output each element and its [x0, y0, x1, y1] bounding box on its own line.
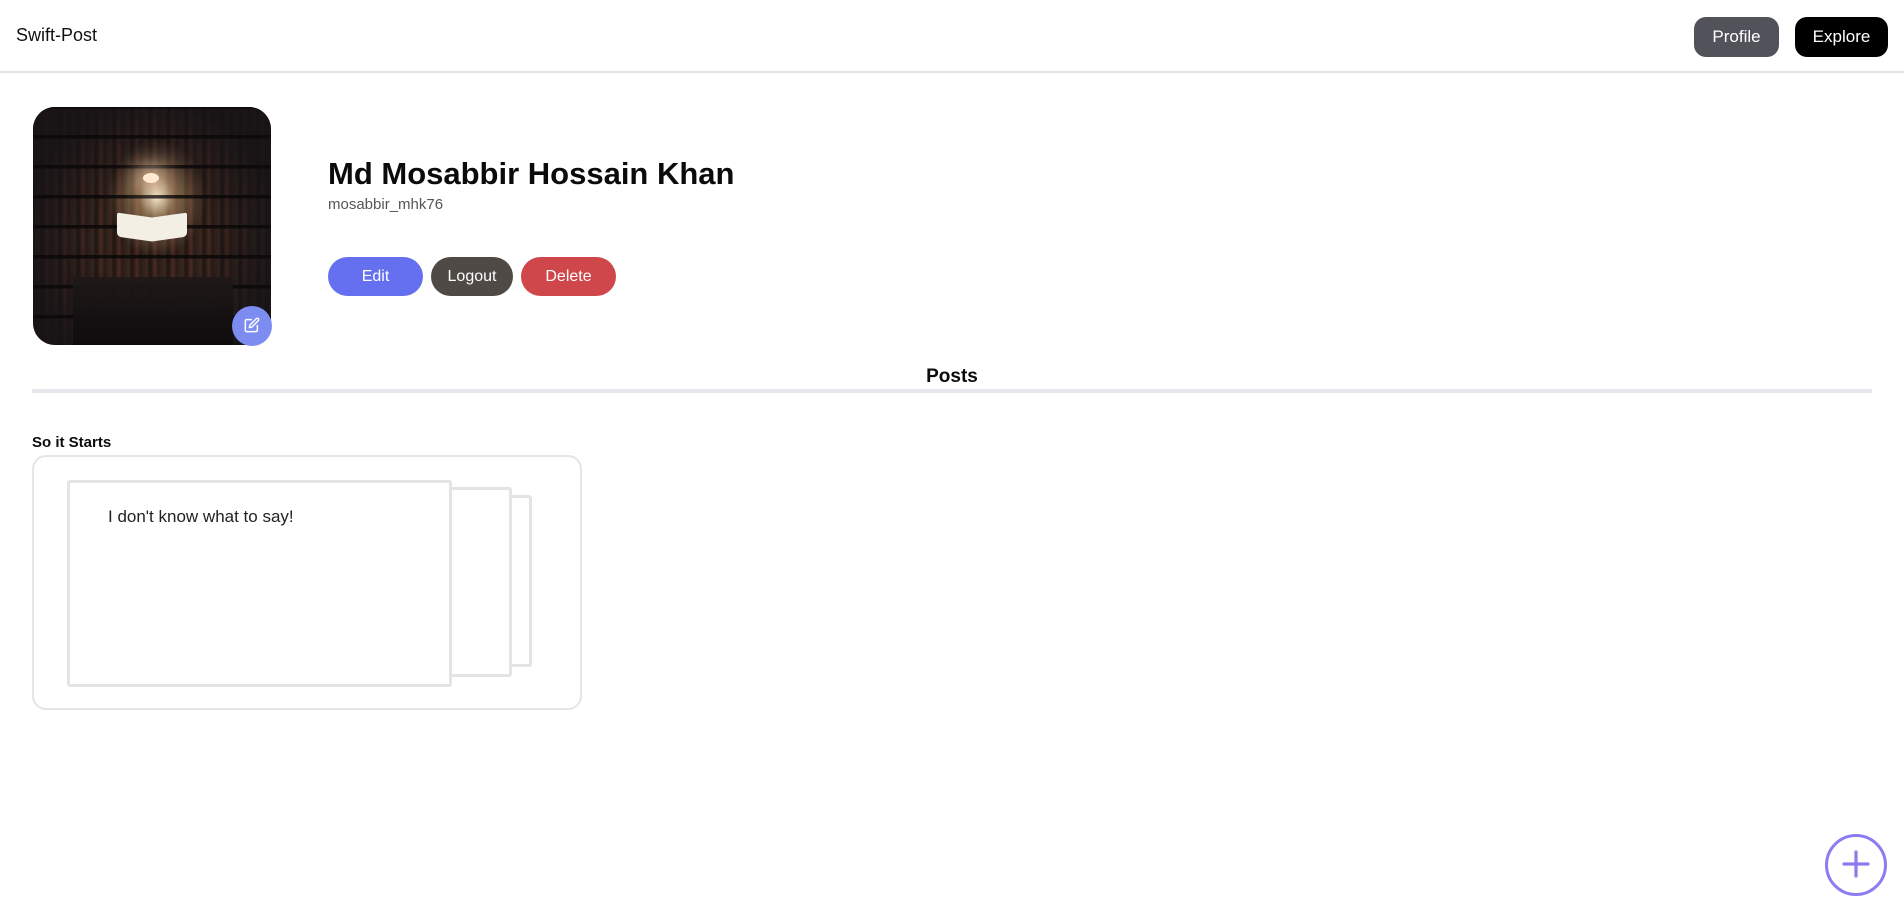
edit-profile-button[interactable]: Edit — [328, 257, 423, 296]
delete-account-button[interactable]: Delete — [521, 257, 616, 296]
avatar-desk-decoration — [73, 277, 233, 345]
edit-icon — [244, 317, 260, 336]
post-title: So it Starts — [32, 434, 112, 451]
profile-avatar-container — [33, 107, 272, 346]
avatar-book-decoration — [117, 212, 187, 243]
profile-nav-button[interactable]: Profile — [1694, 17, 1779, 57]
profile-username: mosabbir_mhk76 — [328, 196, 444, 213]
explore-nav-button[interactable]: Explore — [1795, 17, 1888, 57]
post-card[interactable]: I don't know what to say! — [32, 455, 582, 710]
logout-button[interactable]: Logout — [431, 257, 513, 296]
posts-heading: Posts — [926, 366, 978, 387]
profile-avatar — [33, 107, 271, 345]
posts-divider — [32, 389, 1872, 393]
create-post-button[interactable] — [1825, 834, 1887, 896]
top-navbar: Swift-Post Profile Explore — [0, 0, 1904, 73]
profile-name: Md Mosabbir Hossain Khan — [328, 156, 735, 191]
post-preview: I don't know what to say! — [67, 480, 452, 687]
plus-icon — [1839, 847, 1873, 884]
brand-logo[interactable]: Swift-Post — [16, 25, 97, 46]
post-body-text: I don't know what to say! — [108, 507, 294, 526]
edit-avatar-button[interactable] — [232, 306, 272, 346]
avatar-lamp-decoration — [143, 173, 159, 183]
